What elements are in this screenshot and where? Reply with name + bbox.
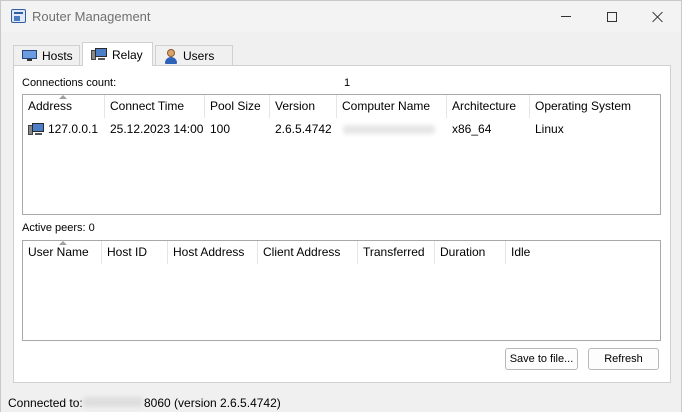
col-version[interactable]: Version (270, 95, 337, 118)
status-connected-label: Connected to: (8, 396, 83, 410)
connections-list-header: Address Connect Time Pool Size Version C… (23, 95, 660, 118)
close-icon (652, 11, 664, 23)
col-client-address[interactable]: Client Address (258, 241, 358, 264)
router-management-window: Router Management Hosts Relay Users Conn… (0, 0, 682, 412)
tab-relay-label: Relay (112, 47, 143, 62)
refresh-button[interactable]: Refresh (588, 348, 659, 370)
tab-hosts-label: Hosts (42, 49, 73, 63)
user-icon (164, 48, 178, 64)
status-host-redacted (83, 397, 143, 407)
tab-hosts[interactable]: Hosts (13, 45, 80, 66)
cell-operating-system: Linux (535, 122, 564, 136)
save-to-file-button[interactable]: Save to file... (505, 348, 578, 370)
cell-version: 2.6.5.4742 (275, 122, 332, 136)
tab-users[interactable]: Users (155, 45, 233, 66)
peers-list[interactable]: User Name Host ID Host Address Client Ad… (22, 240, 661, 341)
close-button[interactable] (635, 1, 681, 32)
tab-users-label: Users (183, 49, 215, 63)
monitor-icon (22, 50, 37, 62)
col-idle[interactable]: Idle (506, 241, 566, 264)
status-bar: Connected to: 8060 (version 2.6.5.4742) (1, 391, 681, 412)
col-transferred[interactable]: Transferred (358, 241, 435, 264)
cell-connect-time: 25.12.2023 14:00 (110, 122, 204, 136)
col-operating-system[interactable]: Operating System (530, 95, 660, 118)
col-architecture[interactable]: Architecture (447, 95, 530, 118)
col-pool-size[interactable]: Pool Size (205, 95, 270, 118)
col-user-name[interactable]: User Name (23, 241, 102, 264)
active-peers-label: Active peers: 0 (22, 222, 95, 234)
relay-panel: Connections count: 1 Address Connect Tim… (13, 65, 671, 383)
peers-list-header: User Name Host ID Host Address Client Ad… (23, 241, 660, 264)
col-address[interactable]: Address (23, 95, 105, 118)
cell-address: 127.0.0.1 (48, 122, 99, 136)
connections-count-label: Connections count: (22, 77, 117, 89)
col-duration[interactable]: Duration (435, 241, 506, 264)
cell-computer-name-redacted (343, 125, 435, 134)
col-host-address[interactable]: Host Address (168, 241, 258, 264)
col-computer-name[interactable]: Computer Name (337, 95, 447, 118)
table-row[interactable]: 127.0.0.1 25.12.2023 14:00 100 2.6.5.474… (23, 118, 660, 140)
tab-relay[interactable]: Relay (82, 42, 153, 66)
app-icon (11, 9, 26, 23)
title-bar[interactable]: Router Management (1, 1, 681, 32)
connections-count-value: 1 (344, 77, 351, 89)
minimize-icon (561, 16, 571, 17)
col-connect-time[interactable]: Connect Time (105, 95, 205, 118)
minimize-button[interactable] (543, 1, 589, 32)
window-title: Router Management (32, 9, 151, 24)
cell-pool-size: 100 (210, 122, 231, 136)
computer-icon (91, 48, 107, 61)
cell-architecture: x86_64 (452, 122, 492, 136)
status-connection-info: 8060 (version 2.6.5.4742) (144, 396, 281, 410)
maximize-button[interactable] (589, 1, 635, 32)
col-host-id[interactable]: Host ID (102, 241, 168, 264)
connections-list[interactable]: Address Connect Time Pool Size Version C… (22, 94, 661, 215)
computer-icon (28, 123, 44, 136)
maximize-icon (607, 11, 617, 22)
